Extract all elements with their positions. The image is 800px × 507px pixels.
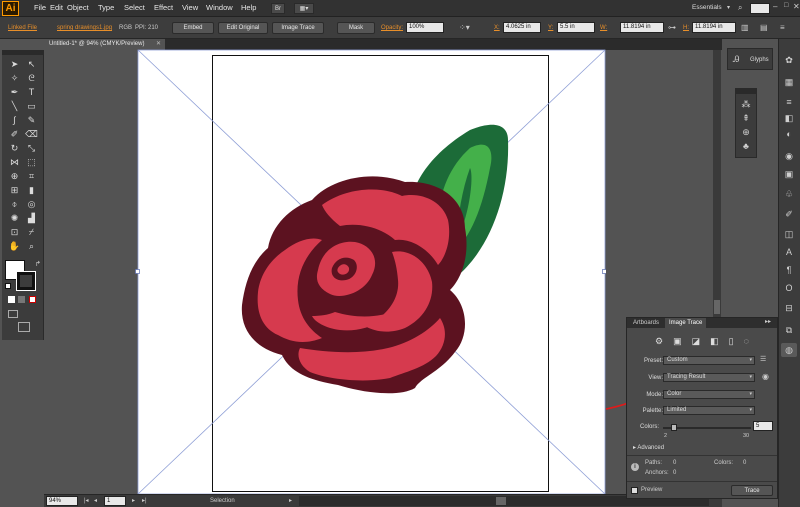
palette-label: Palette: bbox=[642, 408, 663, 414]
layers-icon[interactable]: ◫ bbox=[781, 227, 797, 241]
graphic-styles-icon[interactable]: ▣ bbox=[781, 167, 797, 181]
disclosure-triangle-icon: ▸ bbox=[633, 445, 637, 451]
chevron-down-icon: ▾ bbox=[749, 357, 752, 363]
view-label: View: bbox=[648, 375, 663, 381]
first-artboard-button[interactable]: |◂ bbox=[84, 497, 89, 504]
glyphs-panel[interactable]: Ꭿ Glyphs bbox=[727, 48, 773, 70]
brushes-icon[interactable]: ✐ bbox=[781, 207, 797, 221]
colors-field[interactable]: 5 bbox=[753, 421, 773, 431]
align-panel-icon[interactable]: ⊟ bbox=[781, 301, 797, 315]
artboard-number-field[interactable]: 1 bbox=[104, 496, 126, 506]
symbols-icon[interactable]: ♧ bbox=[781, 187, 797, 201]
last-artboard-button[interactable]: ▸| bbox=[142, 497, 147, 504]
colors-count-label: Colors: bbox=[714, 460, 734, 466]
colors-count-value: 0 bbox=[743, 460, 747, 466]
vertical-scrollbar-thumb[interactable] bbox=[714, 300, 720, 314]
transform-each-icon[interactable]: ⇞ bbox=[738, 111, 754, 125]
mode-value: Color bbox=[667, 391, 682, 397]
palette-value: Limited bbox=[667, 407, 687, 413]
view-value: Tracing Result bbox=[667, 374, 706, 380]
tab-image-trace[interactable]: Image Trace bbox=[665, 318, 707, 328]
color-guide-icon[interactable]: ✿ bbox=[781, 53, 797, 67]
club-symbol-icon[interactable]: ♣ bbox=[738, 139, 754, 153]
next-artboard-button[interactable]: ▸ bbox=[132, 497, 135, 504]
chevron-down-icon: ▾ bbox=[749, 407, 752, 413]
trace-button[interactable]: Trace bbox=[731, 485, 773, 496]
panel-collapse-icon[interactable]: ▸▸ bbox=[765, 318, 771, 325]
advanced-label: Advanced bbox=[637, 445, 665, 451]
divider bbox=[627, 455, 777, 456]
floating-panel-grip[interactable] bbox=[736, 89, 756, 94]
colors-max: 30 bbox=[743, 433, 750, 439]
appearance-icon[interactable]: ◉ bbox=[781, 149, 797, 163]
colors-label: Colors: bbox=[639, 424, 659, 430]
status-bar: 94% |◂ ◂ 1 ▸ ▸| Selection ▸ bbox=[44, 494, 722, 507]
horizontal-scrollbar-thumb[interactable] bbox=[496, 497, 506, 505]
grayscale-icon[interactable]: ◧ bbox=[710, 336, 719, 347]
view-dropdown[interactable]: Tracing Result ▾ bbox=[663, 373, 755, 382]
mode-label: Mode: bbox=[646, 392, 663, 398]
low-color-icon[interactable]: ◪ bbox=[692, 336, 701, 347]
preset-value: Custom bbox=[667, 357, 688, 363]
image-trace-panel-icon[interactable]: ◍ bbox=[781, 343, 797, 357]
handle-left bbox=[135, 269, 140, 274]
divider bbox=[627, 481, 777, 482]
previous-artboard-button[interactable]: ◂ bbox=[94, 497, 97, 504]
chevron-down-icon: ▾ bbox=[749, 391, 752, 397]
info-icon: i bbox=[631, 463, 639, 471]
right-panel-dock: ✿ ▦ ≡ ◧ ◐ ◉ ▣ ♧ ✐ ◫ A ¶ O ⊟ ⧉ ◍ bbox=[778, 39, 800, 507]
paragraph-icon[interactable]: ¶ bbox=[781, 263, 797, 277]
status-menu-arrow[interactable]: ▸ bbox=[289, 497, 292, 504]
anchors-value: 0 bbox=[673, 470, 677, 476]
gradient-icon[interactable]: ◧ bbox=[781, 111, 797, 125]
paths-label: Paths: bbox=[645, 460, 663, 466]
colors-min: 2 bbox=[664, 433, 668, 439]
paths-value: 0 bbox=[673, 460, 677, 466]
tab-artboards[interactable]: Artboards bbox=[629, 318, 663, 328]
auto-color-icon[interactable]: ⚙ bbox=[655, 336, 663, 347]
image-trace-panel-tabs: Artboards Image Trace ▸▸ bbox=[627, 318, 777, 328]
character-icon[interactable]: A bbox=[781, 245, 797, 259]
zoom-field[interactable]: 94% bbox=[46, 496, 78, 506]
stroke-icon[interactable]: ≡ bbox=[781, 95, 797, 109]
colors-slider-thumb[interactable] bbox=[671, 424, 678, 431]
status-tool[interactable]: Selection bbox=[210, 498, 235, 504]
view-eye-icon[interactable]: ◉ bbox=[762, 372, 769, 381]
image-trace-panel: Artboards Image Trace ▸▸ ⚙ ▣ ◪ ◧ ▯ ◌ Pre… bbox=[626, 317, 778, 499]
place-symbol-icon[interactable]: ⊕ bbox=[738, 125, 754, 139]
floating-symbols-panel: ⁂ ⇞ ⊕ ♣ bbox=[735, 88, 757, 158]
black-white-icon[interactable]: ▯ bbox=[729, 336, 734, 347]
preview-checkbox[interactable] bbox=[631, 487, 638, 494]
canvas-gray-area bbox=[606, 50, 722, 317]
outline-icon[interactable]: ◌ bbox=[744, 336, 749, 347]
swatches-icon[interactable]: ▦ bbox=[781, 75, 797, 89]
preview-label: Preview bbox=[641, 487, 663, 493]
preset-label: Preset: bbox=[643, 358, 663, 364]
opentype-icon[interactable]: O bbox=[781, 281, 797, 295]
preset-icons: ⚙ ▣ ◪ ◧ ▯ ◌ bbox=[655, 336, 749, 347]
manage-presets-icon[interactable]: ☰ bbox=[760, 355, 766, 363]
anchors-label: Anchors: bbox=[645, 470, 669, 476]
mode-dropdown[interactable]: Color ▾ bbox=[663, 390, 755, 399]
pathfinder-icon[interactable]: ⧉ bbox=[781, 323, 797, 337]
advanced-toggle[interactable]: ▸ Advanced bbox=[633, 444, 664, 451]
glyphs-icon: Ꭿ bbox=[733, 54, 740, 64]
symbol-sprayer-icon[interactable]: ⁂ bbox=[738, 97, 754, 111]
high-color-icon[interactable]: ▣ bbox=[673, 336, 682, 347]
preset-dropdown[interactable]: Custom ▾ bbox=[663, 356, 755, 365]
chevron-down-icon: ▾ bbox=[749, 374, 752, 380]
transparency-icon[interactable]: ◐ bbox=[781, 127, 797, 141]
palette-dropdown[interactable]: Limited ▾ bbox=[663, 406, 755, 415]
glyphs-panel-title: Glyphs bbox=[750, 57, 769, 63]
